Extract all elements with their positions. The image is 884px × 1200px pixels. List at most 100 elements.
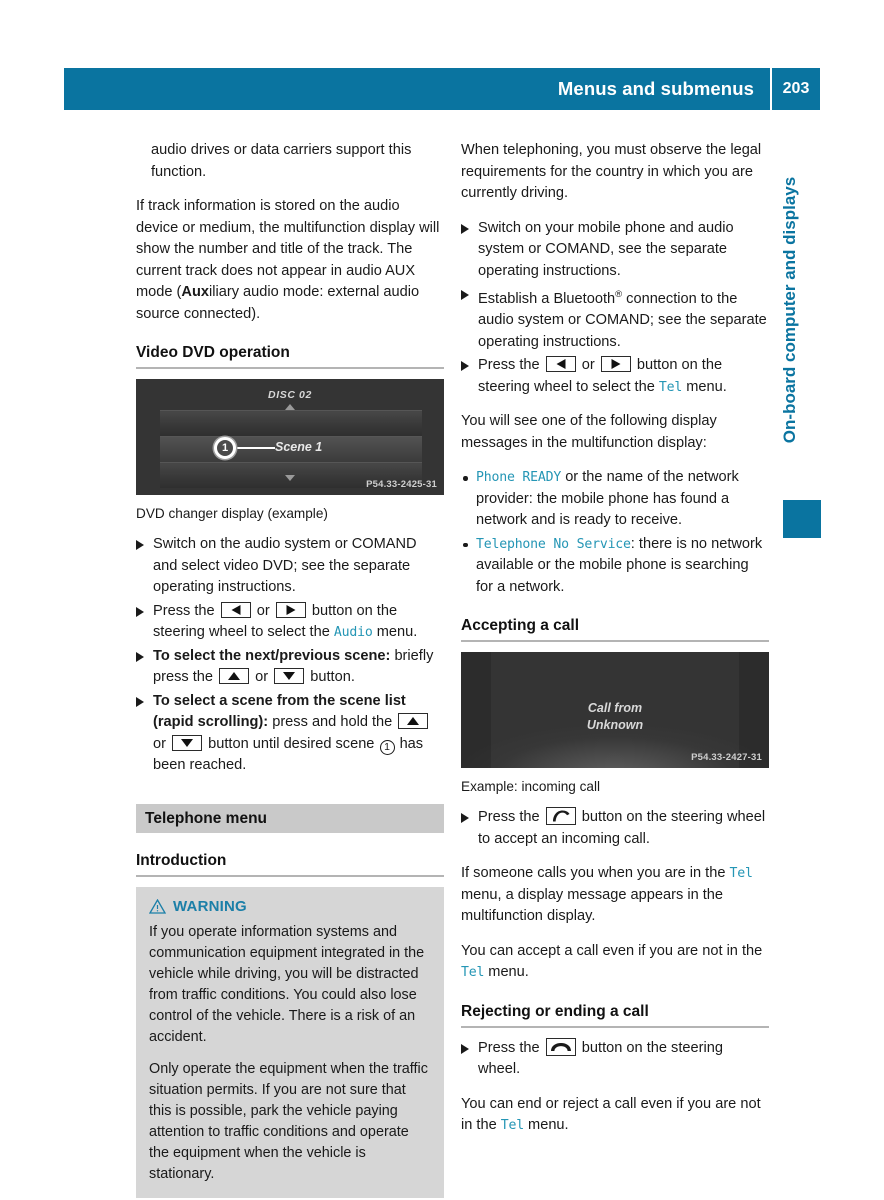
step-text-part3: menu. xyxy=(686,378,727,395)
scroll-up-arrow-icon xyxy=(285,404,295,410)
step-text-part2: button until desired scene xyxy=(208,735,375,752)
warning-box: WARNING If you operate information syste… xyxy=(136,886,444,1198)
menu-name-tel: Tel xyxy=(729,866,753,882)
dvd-callout-marker: 1 xyxy=(214,437,236,459)
list-item: Press the button on the steering wheel. xyxy=(461,1037,769,1081)
phone-hangup-icon xyxy=(545,1037,576,1056)
list-item: Press the button on the steering wheel t… xyxy=(461,807,769,850)
menu-name-tel: Tel xyxy=(658,379,683,395)
header-title-block: Menus and submenus xyxy=(64,68,770,110)
paragraph-accept-not-in-tel-part1: You can accept a call even if you are no… xyxy=(461,942,763,959)
right-arrow-button-icon xyxy=(275,601,306,618)
paragraph-track-info: If track information is stored on the au… xyxy=(136,196,444,325)
step-arrow-icon xyxy=(461,1043,469,1054)
page-title: Menus and submenus xyxy=(557,78,754,99)
heading-introduction: Introduction xyxy=(136,851,227,869)
right-arrow-button-icon xyxy=(600,356,631,373)
step-arrow-icon xyxy=(461,290,469,300)
dvd-figure-caption: DVD changer display (example) xyxy=(136,506,328,521)
paragraph-telephoning: When telephoning, you must observe the l… xyxy=(461,142,762,201)
paragraph-track-info-bold: Aux xyxy=(181,284,209,300)
step-text-or: or xyxy=(581,357,595,374)
left-arrow-button-icon xyxy=(220,601,251,618)
list-item: Telephone No Service: there is no networ… xyxy=(461,534,769,599)
step-arrow-icon xyxy=(136,540,144,550)
step-arrow-icon xyxy=(461,361,469,372)
warning-title: WARNING xyxy=(173,897,247,915)
down-arrow-button-icon xyxy=(274,668,305,684)
step-text-part1: press and hold the xyxy=(272,714,393,730)
callout-leader-line xyxy=(237,447,275,449)
page-header: Menus and submenus 203 xyxy=(64,68,820,110)
dvd-scene-label: Scene 1 xyxy=(275,440,323,454)
heading-rule xyxy=(461,640,769,643)
incoming-call-text: Call from Unknown xyxy=(461,700,769,734)
header-page-block: 203 xyxy=(772,68,820,110)
step-text-bold-line2: (rapid scrolling): xyxy=(153,714,269,730)
incoming-call-figure-image: Call from Unknown P54.33-2427-31 xyxy=(461,652,769,769)
left-arrow-button-icon xyxy=(545,356,576,373)
heading-rejecting-or-ending-a-call: Rejecting or ending a call xyxy=(461,1002,649,1020)
incoming-call-figure-watermark: P54.33-2427-31 xyxy=(691,752,762,764)
down-arrow-button-icon xyxy=(172,734,203,751)
dvd-figure-watermark: P54.33-2425-31 xyxy=(366,479,437,490)
dvd-list-row xyxy=(160,410,422,436)
step-text-or: or xyxy=(153,735,166,752)
chapter-side-tab: On-board computer and displays xyxy=(770,150,810,490)
list-item: Switch on the audio system or COMAND and… xyxy=(136,534,444,599)
heading-accepting-a-call: Accepting a call xyxy=(461,617,580,635)
left-column: audio drives or data carriers support th… xyxy=(136,140,444,1198)
menu-name-tel: Tel xyxy=(500,1118,524,1134)
paragraph-end-reject-not-in-tel: You can end or reject a call even if you… xyxy=(461,1094,769,1137)
incoming-call-figure-caption: Example: incoming call xyxy=(461,779,601,795)
heading-rule xyxy=(461,1025,769,1028)
dvd-figure: DISC 02 1 Scene 1 P54.33-2425-31 DVD cha… xyxy=(136,379,444,523)
step-text-or: or xyxy=(255,669,269,685)
bullet-icon xyxy=(463,542,468,548)
bullet-icon xyxy=(463,476,468,481)
display-message-text: Telephone No Service xyxy=(476,536,631,552)
incoming-call-figure: Call from Unknown P54.33-2427-31 Example… xyxy=(461,652,769,796)
warning-paragraph-1: If you operate information systems and c… xyxy=(149,923,425,1045)
paragraph-accept-not-in-tel-part2: menu. xyxy=(488,964,529,981)
paragraph-someone-calls: If someone calls you when you are in the… xyxy=(461,863,769,928)
step-arrow-icon xyxy=(136,651,144,662)
step-text: Switch on the audio system or COMAND and… xyxy=(153,536,417,595)
display-messages-list: Phone READY or the name of the network p… xyxy=(461,467,769,598)
step-text-or: or xyxy=(256,602,270,619)
paragraph-someone-calls-part2: menu, a display message appears in the m… xyxy=(461,886,724,925)
heading-rule xyxy=(136,874,444,877)
manual-page: Menus and submenus 203 On-board computer… xyxy=(0,0,884,1200)
heading-telephone-menu: Telephone menu xyxy=(136,803,444,833)
reject-call-step-list: Press the button on the steering wheel. xyxy=(461,1037,769,1081)
right-column: When telephoning, you must observe the l… xyxy=(461,140,769,1150)
menu-name-audio: Audio xyxy=(333,625,373,640)
paragraph-end-reject-part2: menu. xyxy=(528,1117,569,1134)
list-item: To select the next/previous scene: brief… xyxy=(136,646,444,689)
step-arrow-icon xyxy=(136,696,144,707)
list-item: Switch on your mobile phone and audio sy… xyxy=(461,218,769,283)
warning-header: WARNING xyxy=(149,898,431,915)
incoming-call-line-2: Unknown xyxy=(586,718,644,733)
dvd-figure-image: DISC 02 1 Scene 1 P54.33-2425-31 xyxy=(136,379,444,495)
dvd-disc-label: DISC 02 xyxy=(268,389,312,401)
list-item: Press the or button on the steering whee… xyxy=(461,355,769,398)
list-item: To select a scene from the scene list (r… xyxy=(136,691,444,777)
heading-video-dvd-operation: Video DVD operation xyxy=(136,344,290,361)
accept-call-step-list: Press the button on the steering wheel t… xyxy=(461,807,769,850)
chapter-thumb-marker xyxy=(783,500,821,538)
phone-accept-icon xyxy=(545,807,576,826)
step-text-part1: Press the xyxy=(478,809,540,826)
step-text-part3: menu. xyxy=(376,624,418,640)
step-arrow-icon xyxy=(461,813,469,824)
step-arrow-icon xyxy=(461,223,469,234)
page-number: 203 xyxy=(782,80,810,97)
warning-paragraph-2: Only operate the equipment when the traf… xyxy=(149,1060,428,1182)
step-arrow-icon xyxy=(136,606,144,617)
paragraph-accept-not-in-tel: You can accept a call even if you are no… xyxy=(461,941,769,984)
up-arrow-button-icon xyxy=(219,668,250,684)
paragraph-continued: audio drives or data carriers support th… xyxy=(151,142,412,180)
step-text-part1: Press the xyxy=(478,1039,540,1056)
menu-name-tel: Tel xyxy=(461,965,485,981)
step-text-part1: Press the xyxy=(153,602,215,619)
